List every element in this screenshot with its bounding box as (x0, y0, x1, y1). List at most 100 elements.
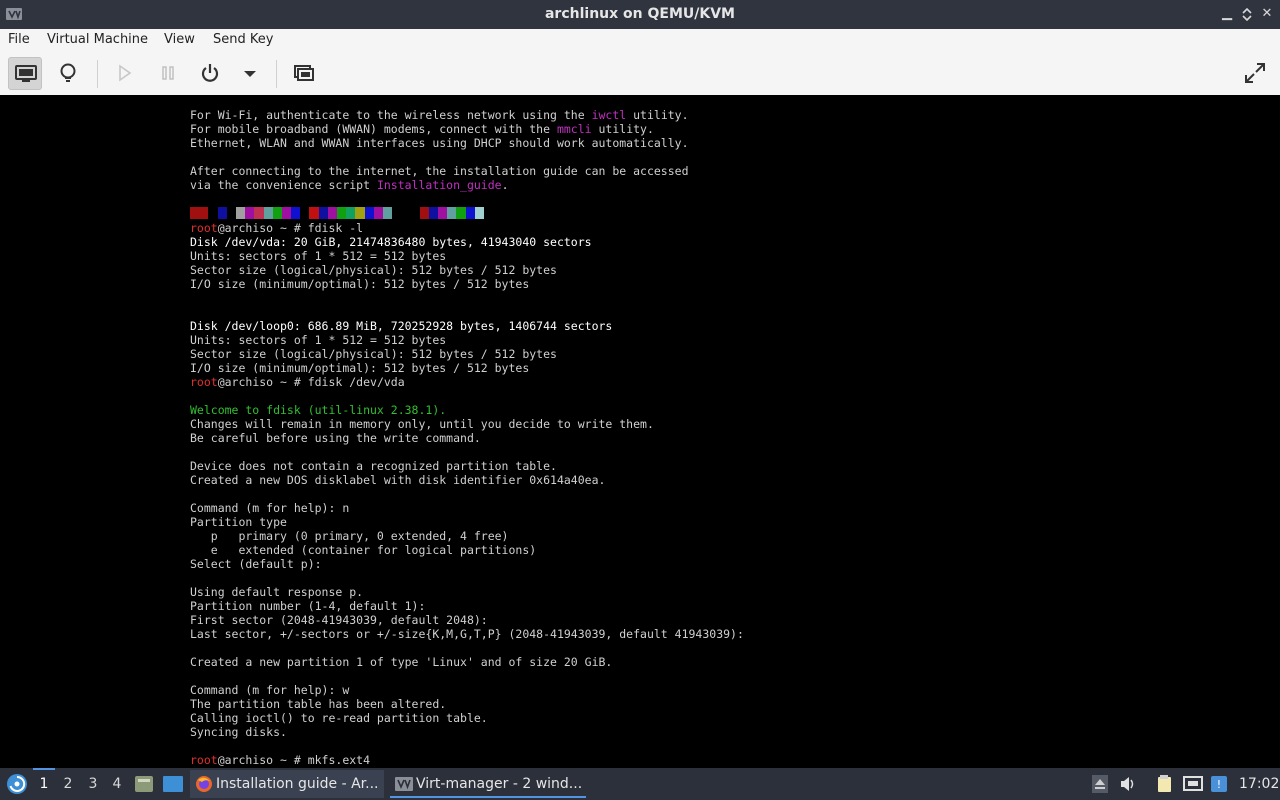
terminal-line: First sector (2048-41943039, default 204… (190, 613, 744, 627)
color-swatch (373, 207, 383, 219)
terminal-line: e extended (container for logical partit… (190, 543, 744, 557)
window-title: archlinux on QEMU/KVM (544, 6, 735, 22)
color-swatch (208, 207, 218, 219)
terminal-text: For mobile broadband (WWAN) modems, conn… (190, 122, 557, 136)
task-virt-manager[interactable]: Virt-manager - 2 wind... (390, 770, 586, 798)
desktop-icon[interactable] (162, 774, 184, 794)
terminal-line: Partition number (1-4, default 1): (190, 599, 744, 613)
terminal-line: Created a new DOS disklabel with disk id… (190, 473, 744, 487)
close-icon[interactable]: ✕ (1259, 6, 1275, 22)
terminal-line: Command (m for help): n (190, 501, 744, 515)
terminal-text: mmcli (556, 122, 592, 136)
workspace-3[interactable]: 3 (83, 776, 103, 792)
terminal-line: Calling ioctl() to re-read partition tab… (190, 711, 744, 725)
menu-send-key[interactable]: Send Key (213, 32, 273, 47)
terminal-text: After connecting to the internet, the in… (190, 164, 689, 178)
color-swatch (327, 207, 337, 219)
workspace-2[interactable]: 2 (58, 776, 78, 792)
color-swatch (263, 207, 273, 219)
shutdown-menu-button[interactable] (233, 57, 263, 90)
menu-file[interactable]: File (8, 32, 30, 47)
terminal-line: Sector size (logical/physical): 512 byte… (190, 263, 744, 277)
terminal-text: e extended (container for logical partit… (190, 543, 537, 557)
color-swatch (291, 207, 301, 219)
task-installation-guide[interactable]: Installation guide - Ar... (190, 770, 384, 798)
terminal-text: Device does not contain a recognized par… (190, 459, 557, 473)
terminal-text: Sector size (logical/physical): 512 byte… (190, 347, 557, 361)
terminal-text: Welcome to fdisk (util-linux 2.38.1). (190, 403, 447, 417)
play-icon (119, 64, 132, 82)
volume-icon[interactable] (1119, 775, 1137, 797)
fullscreen-button[interactable] (1238, 57, 1272, 90)
color-palette-bar (190, 207, 744, 219)
terminal-text: Partition type (190, 515, 287, 529)
run-button[interactable] (107, 57, 141, 90)
terminal-line: I/O size (minimum/optimal): 512 bytes / … (190, 277, 744, 291)
power-icon (201, 64, 219, 82)
snapshots-button[interactable] (287, 57, 321, 90)
terminal-text: For Wi-Fi, authenticate to the wireless … (190, 108, 592, 122)
color-swatch (474, 207, 484, 219)
task-label: Installation guide - Ar... (216, 776, 379, 792)
file-manager-icon[interactable] (134, 774, 154, 794)
color-swatch (300, 207, 310, 219)
terminal-text: Last sector, +/-sectors or +/-size{K,M,G… (190, 627, 744, 641)
terminal-text: The partition table has been altered. (190, 697, 447, 711)
shutdown-button[interactable] (193, 57, 227, 90)
terminal-line: The partition table has been altered. (190, 697, 744, 711)
terminal-text: @archiso ~ # fdisk -l (217, 221, 364, 235)
terminal-text: Sector size (logical/physical): 512 byte… (190, 263, 557, 277)
terminal-line: Partition type (190, 515, 744, 529)
pause-button[interactable] (151, 57, 185, 90)
color-swatch (309, 207, 319, 219)
firefox-icon (196, 776, 212, 792)
network-icon[interactable] (1183, 775, 1203, 797)
details-view-button[interactable] (51, 57, 85, 90)
color-swatch (410, 207, 420, 219)
terminal-text: Units: sectors of 1 * 512 = 512 bytes (190, 249, 447, 263)
restore-icon[interactable] (1239, 6, 1255, 22)
terminal-line: Using default response p. (190, 585, 744, 599)
taskbar: 1 2 3 4 Installation guide - Ar... Virt-… (0, 768, 1280, 800)
terminal-line: Welcome to fdisk (util-linux 2.38.1). (190, 403, 744, 417)
menu-view[interactable]: View (164, 32, 195, 47)
terminal-line: Units: sectors of 1 * 512 = 512 bytes (190, 249, 744, 263)
console-view-button[interactable] (8, 57, 42, 90)
terminal-text: @archiso ~ # fdisk /dev/vda (217, 375, 405, 389)
app-menu-icon[interactable] (6, 773, 28, 795)
menu-virtual-machine[interactable]: Virtual Machine (47, 32, 148, 47)
terminal-line: Be careful before using the write comman… (190, 431, 744, 445)
color-swatch (428, 207, 439, 219)
updates-icon[interactable]: ! (1210, 775, 1228, 797)
terminal-text: p primary (0 primary, 0 extended, 4 free… (190, 529, 509, 543)
terminal-text: Changes will remain in memory only, unti… (190, 417, 654, 431)
color-swatch (217, 207, 227, 219)
terminal-text: @archiso ~ # mkfs.ext4 (217, 753, 371, 767)
minimize-icon[interactable]: ▁ (1219, 6, 1235, 22)
terminal-text: Select (default p): (190, 557, 322, 571)
terminal-line: Disk /dev/vda: 20 GiB, 21474836480 bytes… (190, 235, 744, 249)
terminal-text: . (501, 178, 509, 192)
terminal-text: Ethernet, WLAN and WWAN interfaces using… (190, 136, 689, 150)
lightbulb-icon (60, 63, 76, 82)
color-swatch (235, 207, 246, 219)
terminal-text: Using default response p. (190, 585, 364, 599)
terminal-line: root@archiso ~ # fdisk -l (190, 221, 744, 235)
toolbar-separator (97, 60, 98, 88)
terminal-text: via the convenience script (190, 178, 377, 192)
task-label: Virt-manager - 2 wind... (416, 776, 583, 792)
terminal-line: Command (m for help): w (190, 683, 744, 697)
terminal-line: Select (default p): (190, 557, 744, 571)
terminal-line: Changes will remain in memory only, unti… (190, 417, 744, 431)
color-swatch (226, 207, 236, 219)
workspace-4[interactable]: 4 (107, 776, 127, 792)
vm-console[interactable]: For Wi-Fi, authenticate to the wireless … (0, 95, 1280, 768)
workspace-1[interactable]: 1 (34, 776, 54, 792)
eject-icon[interactable] (1092, 775, 1108, 797)
terminal-line: root@archiso ~ # fdisk /dev/vda (190, 375, 744, 389)
clipboard-icon[interactable] (1156, 775, 1174, 797)
